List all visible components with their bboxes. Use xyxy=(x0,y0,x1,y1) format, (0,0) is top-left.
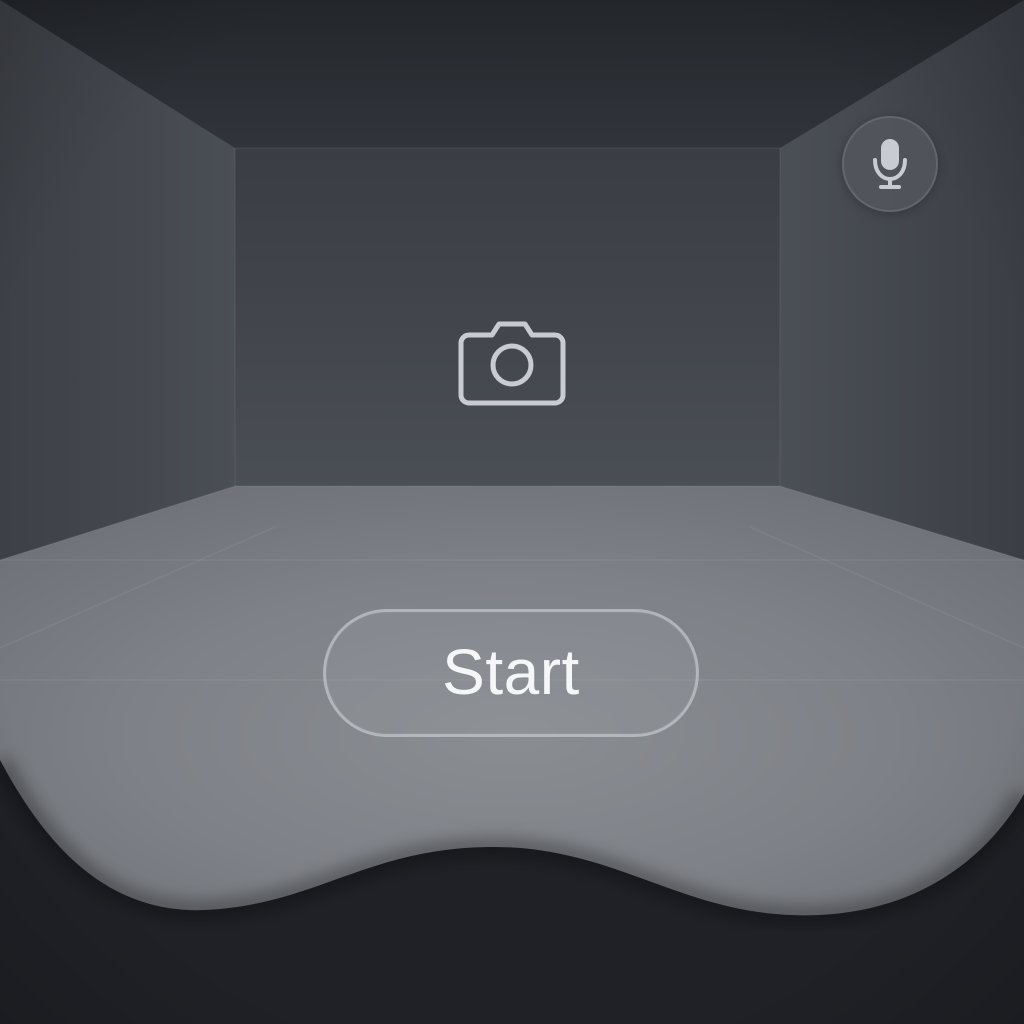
camera-icon[interactable] xyxy=(458,311,566,407)
microphone-button[interactable] xyxy=(842,116,938,212)
start-button-label: Start xyxy=(442,636,580,708)
microphone-icon xyxy=(873,139,907,189)
start-button[interactable]: Start xyxy=(323,609,699,737)
room-scene: Start xyxy=(0,0,1024,1024)
